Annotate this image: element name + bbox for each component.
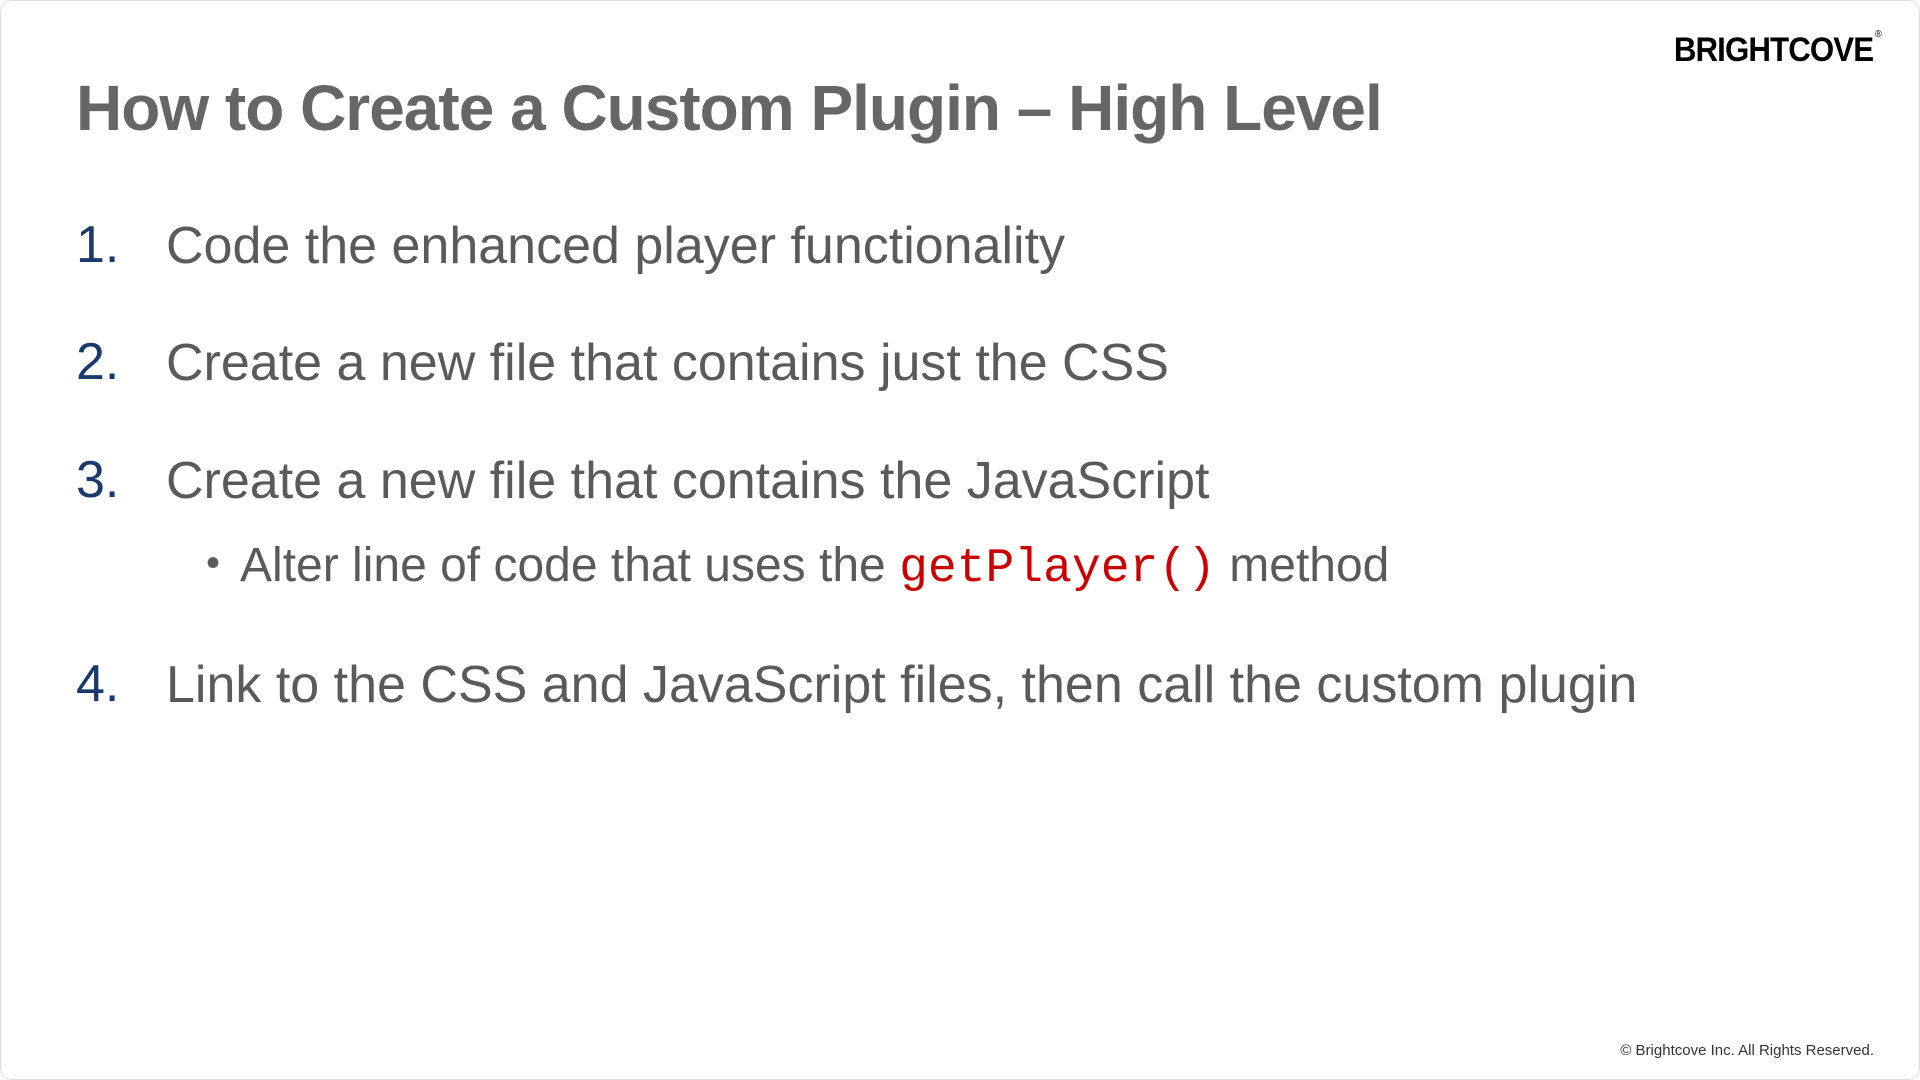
list-content: Link to the CSS and JavaScript files, th… (166, 654, 1844, 716)
sub-text: Alter line of code that uses the getPlay… (240, 537, 1389, 599)
steps-list: 1. Code the enhanced player functionalit… (76, 215, 1844, 716)
sub-item: • Alter line of code that uses the getPl… (206, 537, 1844, 599)
list-text: Create a new file that contains the Java… (166, 452, 1209, 510)
list-item: 4. Link to the CSS and JavaScript files,… (76, 654, 1844, 716)
list-content: Create a new file that contains the Java… (166, 450, 1844, 599)
list-content: Create a new file that contains just the… (166, 332, 1844, 394)
list-item: 2. Create a new file that contains just … (76, 332, 1844, 394)
bullet-icon: • (206, 537, 220, 589)
sub-text-suffix: method (1216, 539, 1389, 592)
list-text: Link to the CSS and JavaScript files, th… (166, 656, 1637, 714)
slide-title: How to Create a Custom Plugin – High Lev… (76, 71, 1844, 145)
list-number: 1. (76, 215, 166, 275)
copyright-text: © Brightcove Inc. All Rights Reserved. (1620, 1042, 1874, 1059)
list-number: 4. (76, 654, 166, 714)
list-item: 1. Code the enhanced player functionalit… (76, 215, 1844, 277)
list-text: Code the enhanced player functionality (166, 217, 1065, 275)
slide-container: BRIGHTCOVE How to Create a Custom Plugin… (0, 0, 1920, 1080)
sub-text-prefix: Alter line of code that uses the (240, 539, 899, 592)
list-content: Code the enhanced player functionality (166, 215, 1844, 277)
sub-list: • Alter line of code that uses the getPl… (206, 537, 1844, 599)
list-text: Create a new file that contains just the… (166, 334, 1169, 392)
brightcove-logo: BRIGHTCOVE (1674, 31, 1879, 70)
code-inline: getPlayer() (899, 542, 1216, 596)
list-item: 3. Create a new file that contains the J… (76, 450, 1844, 599)
list-number: 2. (76, 332, 166, 392)
list-number: 3. (76, 450, 166, 510)
